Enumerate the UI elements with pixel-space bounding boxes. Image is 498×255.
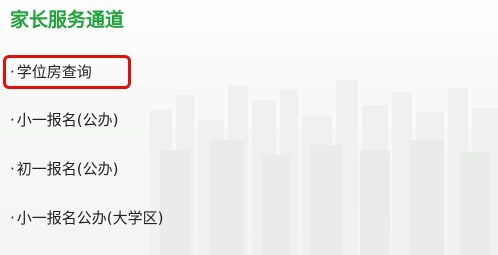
menu-item-label: 小一报名(公办) [16, 111, 119, 129]
bullet-icon: · [10, 160, 15, 178]
menu-item-label: 小一报名公办(大学区) [16, 209, 164, 227]
menu-item-label: 学位房查询 [16, 63, 92, 81]
menu-item-school-district-housing-query[interactable]: · 学位房查询 [10, 61, 92, 83]
panel-title: 家长服务通道 [10, 9, 125, 31]
bullet-icon: · [10, 209, 15, 227]
menu-item-label: 初一报名(公办) [16, 160, 119, 178]
menu-item-junior-enrollment-public[interactable]: · 初一报名(公办) [10, 158, 119, 180]
bullet-icon: · [10, 63, 15, 81]
menu-item-primary-enrollment-public-large-district[interactable]: · 小一报名公办(大学区) [10, 207, 164, 229]
parent-service-panel: 家长服务通道 · 学位房查询 · 小一报名(公办) · 初一报名(公办) · 小一报名公… [0, 0, 498, 255]
bullet-icon: · [10, 111, 15, 129]
menu-item-primary-enrollment-public[interactable]: · 小一报名(公办) [10, 109, 119, 131]
